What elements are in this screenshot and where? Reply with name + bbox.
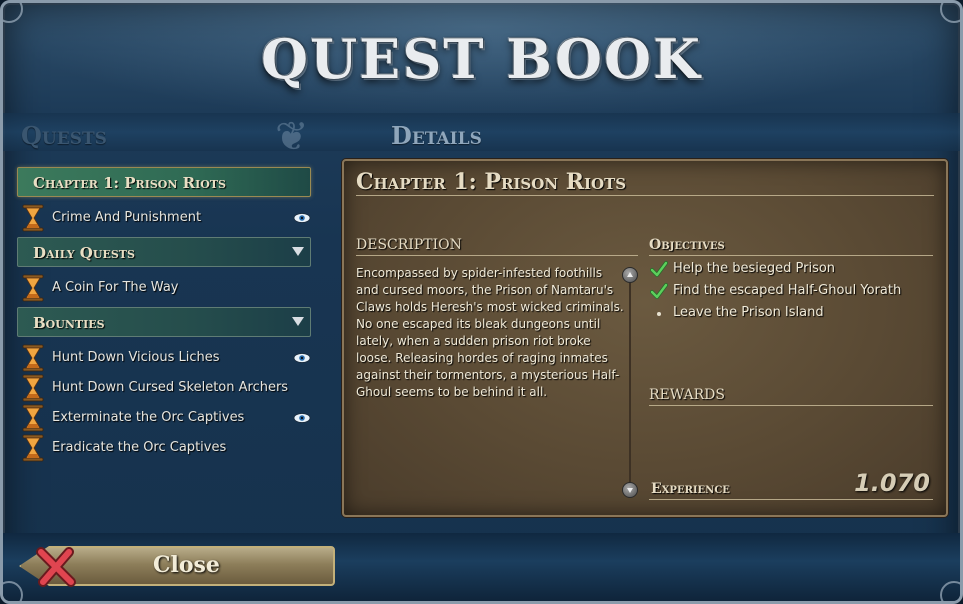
quest-item-hunt-down-vicious-liches[interactable]: Hunt Down Vicious Liches [21, 344, 317, 372]
quest-item-a-coin-for-the-way[interactable]: A Coin For The Way [21, 274, 317, 302]
experience-value: 1.070 [854, 469, 930, 497]
hourglass-icon [22, 204, 44, 232]
corner-ornament [940, 3, 960, 23]
objectives-divider [649, 255, 933, 256]
description-heading: DESCRIPTION [356, 237, 462, 253]
quest-label: Hunt Down Vicious Liches [52, 350, 220, 365]
hourglass-icon [22, 374, 44, 402]
scroll-up-button[interactable] [622, 267, 638, 283]
quest-item-exterminate-the-orc-captives[interactable]: Exterminate the Orc Captives [21, 404, 317, 432]
category-daily-quests[interactable]: Daily Quests [17, 237, 311, 267]
quest-label: A Coin For The Way [52, 280, 179, 295]
scroll-down-button[interactable] [622, 482, 638, 498]
checkmark-icon [650, 261, 668, 277]
rewards-divider [649, 405, 933, 406]
corner-ornament [3, 3, 23, 23]
category-chapter-1[interactable]: Chapter 1: Prison Riots [17, 167, 311, 197]
experience-divider [649, 499, 933, 500]
objective-text: Leave the Prison Island [673, 305, 824, 320]
objectives-heading: Objectives [649, 237, 725, 253]
hourglass-icon [22, 344, 44, 372]
hourglass-icon [22, 274, 44, 302]
close-button-label[interactable]: Close [153, 552, 220, 578]
bullet-icon [657, 312, 661, 316]
quest-label: Crime And Punishment [52, 210, 202, 225]
eye-icon[interactable] [293, 413, 311, 423]
rewards-heading: REWARDS [649, 387, 725, 403]
quest-label: Eradicate the Orc Captives [52, 440, 227, 455]
quest-item-crime-and-punishment[interactable]: Crime And Punishment [21, 204, 317, 232]
experience-label: Experience [651, 481, 730, 497]
eye-icon[interactable] [293, 213, 311, 223]
details-section-label: Details [391, 121, 482, 150]
category-bounties[interactable]: Bounties [17, 307, 311, 337]
checkmark-icon [650, 283, 668, 299]
close-icon[interactable] [33, 546, 79, 588]
chevron-down-icon [292, 247, 304, 256]
eye-icon[interactable] [293, 353, 311, 363]
quests-section-label: Quests [21, 121, 107, 150]
hourglass-icon [22, 434, 44, 462]
quest-item-hunt-down-cursed-skeleton-archers[interactable]: Hunt Down Cursed Skeleton Archers [21, 374, 317, 402]
details-title: Chapter 1: Prison Riots [356, 169, 627, 195]
description-divider [356, 255, 638, 256]
quest-label: Hunt Down Cursed Skeleton Archers [52, 380, 289, 395]
scrollbar-track[interactable] [629, 275, 631, 489]
description-text: Encompassed by spider-infested foothills… [356, 266, 624, 399]
quest-book-window: QUEST BOOK Quests ❦ Details Chapter 1: P… [0, 0, 963, 604]
quest-label: Exterminate the Orc Captives [52, 410, 245, 425]
details-panel: Chapter 1: Prison Riots DESCRIPTION Enco… [342, 159, 948, 517]
corner-ornament [940, 581, 960, 601]
scroll-ornament-icon: ❦ [275, 114, 309, 160]
category-label: Bounties [33, 314, 105, 332]
quest-item-eradicate-the-orc-captives[interactable]: Eradicate the Orc Captives [21, 434, 317, 462]
category-label: Daily Quests [33, 244, 135, 262]
window-title: QUEST BOOK [261, 27, 702, 91]
objective-text: Help the besieged Prison [673, 261, 836, 276]
objective-text: Find the escaped Half-Ghoul Yorath [673, 283, 902, 298]
hourglass-icon [22, 404, 44, 432]
title-divider [356, 195, 934, 196]
category-label: Chapter 1: Prison Riots [33, 174, 226, 192]
chevron-down-icon [292, 317, 304, 326]
